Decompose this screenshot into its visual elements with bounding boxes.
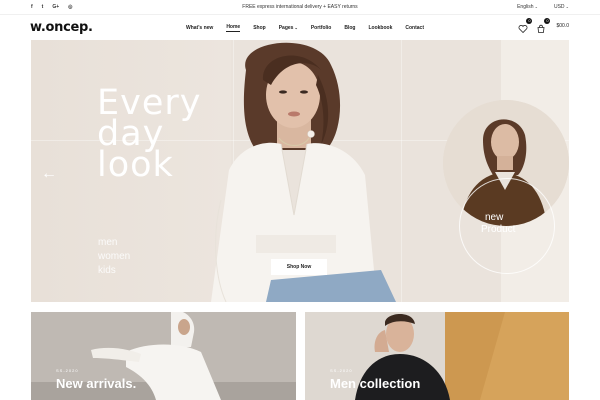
- card-season-label: SS-2020: [330, 368, 353, 373]
- language-select[interactable]: English: [517, 4, 538, 10]
- promo-banner: FREE express international delivery + EA…: [0, 4, 600, 10]
- new-arrivals-card[interactable]: SS-2020 New arrivals.: [31, 312, 296, 400]
- hero-title-line: look: [97, 145, 174, 185]
- google-plus-icon[interactable]: G+: [52, 4, 59, 10]
- chevron-down-icon: ⌄: [294, 25, 298, 30]
- category-link-women[interactable]: women: [98, 250, 130, 264]
- category-link-kids[interactable]: kids: [98, 264, 130, 278]
- main-nav: What's new Home Shop Pages⌄ Portfolio Bl…: [186, 15, 424, 41]
- wishlist-count-badge: 0: [526, 18, 533, 24]
- heart-icon: [519, 25, 528, 34]
- cart-total: $00.0: [556, 23, 569, 29]
- hero-title: Every day look: [97, 86, 201, 185]
- top-bar: f t G+ ◎ FREE express international deli…: [0, 0, 600, 14]
- nav-item-shop[interactable]: Shop: [253, 25, 266, 31]
- hero-slider: Every day look men women kids ← → Shop N…: [31, 40, 569, 302]
- cart-icon: [538, 24, 545, 33]
- nav-item-blog[interactable]: Blog: [344, 25, 355, 31]
- cart-count-badge: 0: [544, 18, 551, 24]
- currency-select[interactable]: USD: [554, 4, 569, 10]
- new-product-label: new: [485, 212, 504, 223]
- twitter-icon[interactable]: t: [42, 4, 44, 10]
- social-links: f t G+ ◎: [31, 4, 73, 10]
- men-collection-card[interactable]: SS-2020 Men collection: [305, 312, 569, 400]
- nav-item-portfolio[interactable]: Portfolio: [311, 25, 332, 31]
- new-product-link[interactable]: new Product: [481, 212, 515, 236]
- nav-item-contact[interactable]: Contact: [405, 25, 424, 31]
- category-link-men[interactable]: men: [98, 236, 130, 250]
- facebook-icon[interactable]: f: [31, 4, 33, 10]
- card-season-label: SS-2020: [56, 368, 79, 373]
- new-product-label: Product: [481, 224, 516, 235]
- main-header: w.oncep. What's new Home Shop Pages⌄ Por…: [0, 14, 600, 40]
- card-title: Men collection: [330, 376, 421, 391]
- nav-item-whats-new[interactable]: What's new: [186, 25, 213, 31]
- nav-item-pages-label: Pages: [278, 25, 294, 31]
- promo-text: FREE express international delivery + EA…: [242, 4, 358, 10]
- shop-now-button[interactable]: Shop Now: [271, 259, 327, 275]
- card-title: New arrivals.: [56, 376, 137, 391]
- arrow-left-icon[interactable]: ←: [41, 166, 57, 182]
- site-logo[interactable]: w.oncep.: [30, 20, 93, 35]
- nav-item-home[interactable]: Home: [226, 24, 241, 32]
- nav-item-pages[interactable]: Pages⌄: [279, 25, 298, 31]
- wishlist-button[interactable]: 0: [518, 18, 533, 34]
- nav-item-lookbook[interactable]: Lookbook: [368, 25, 392, 31]
- hero-categories: men women kids: [98, 236, 130, 278]
- instagram-icon[interactable]: ◎: [68, 4, 72, 10]
- cart-button[interactable]: 0: [536, 18, 551, 33]
